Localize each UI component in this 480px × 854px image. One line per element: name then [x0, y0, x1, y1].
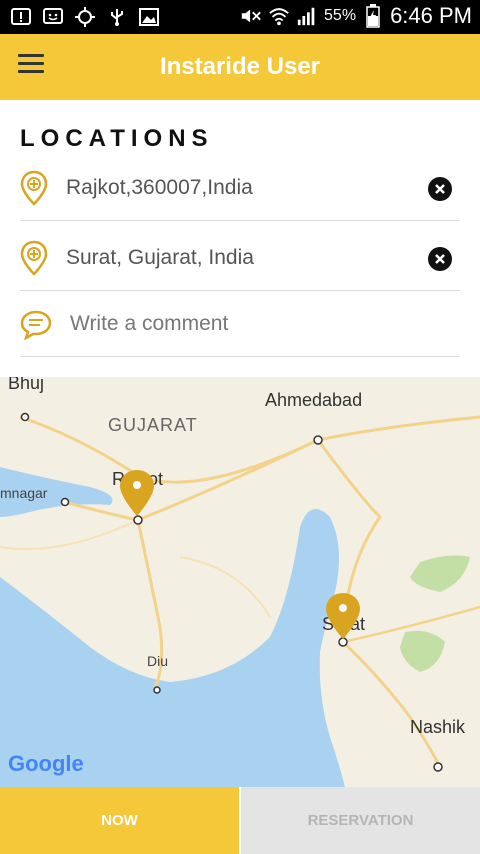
dropoff-map-marker[interactable] — [325, 592, 361, 640]
clear-dropoff-button[interactable] — [428, 247, 452, 271]
comment-bubble-icon — [20, 310, 52, 346]
battery-percentage: 55% — [324, 7, 357, 24]
location-pin-icon — [20, 170, 48, 206]
mute-icon — [240, 5, 262, 27]
signal-icon — [296, 5, 318, 27]
comment-row — [20, 294, 460, 357]
map-label-nashik: Nashik — [410, 717, 466, 737]
wifi-icon — [268, 5, 290, 27]
locations-panel: LOCATIONS — [0, 100, 480, 377]
close-icon — [435, 254, 445, 264]
map-label-ahmedabad: Ahmedabad — [265, 390, 363, 410]
map-label-jamnagar: mnagar — [0, 485, 48, 501]
tab-reservation[interactable]: RESERVATION — [241, 787, 480, 854]
google-logo: Google — [8, 751, 84, 776]
map-view[interactable]: Bhuj GUJARAT Ahmedabad mnagar Rajkot Sur… — [0, 377, 480, 787]
pickup-location-row — [20, 158, 460, 221]
location-pin-icon — [20, 240, 48, 276]
app-title: Instaride User — [159, 53, 321, 80]
clear-pickup-button[interactable] — [428, 177, 452, 201]
dropoff-input[interactable] — [66, 242, 406, 274]
tab-now[interactable]: NOW — [0, 787, 241, 854]
app-bar: Instaride User — [0, 34, 480, 100]
comment-input[interactable] — [70, 308, 410, 340]
locations-heading: LOCATIONS — [20, 125, 214, 152]
gallery-icon — [138, 6, 160, 28]
close-icon — [435, 184, 445, 194]
pickup-input[interactable] — [66, 172, 406, 204]
booking-type-tabs: NOW RESERVATION — [0, 787, 480, 854]
clock-time: 6:46 PM — [390, 3, 472, 28]
battery-icon — [362, 4, 384, 28]
map-base — [0, 412, 480, 787]
status-bar: 55% 6:46 PM — [0, 0, 480, 34]
map-label-gujarat: GUJARAT — [108, 415, 198, 435]
pickup-map-marker[interactable] — [119, 469, 155, 517]
message-icon — [42, 6, 64, 28]
dropoff-location-row — [20, 228, 460, 291]
gps-icon — [74, 6, 96, 28]
alert-icon — [10, 6, 32, 28]
map-label-bhuj: Bhuj — [8, 377, 45, 393]
usb-icon — [106, 6, 128, 28]
map-label-diu: Diu — [147, 653, 169, 669]
